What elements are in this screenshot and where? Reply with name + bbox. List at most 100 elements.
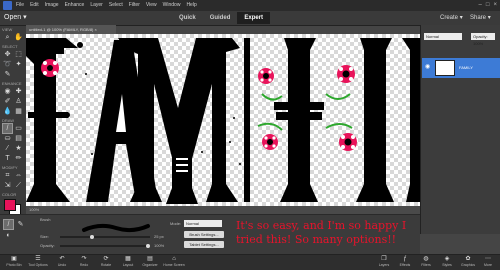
minimize-button[interactable]: – <box>479 1 482 10</box>
share-button[interactable]: Share ▾ <box>470 13 491 23</box>
close-button[interactable]: × <box>493 1 497 10</box>
color-replacement-icon[interactable]: ◐ <box>4 231 13 240</box>
straighten-icon[interactable]: ⟋ <box>14 181 23 190</box>
impressionist-brush-icon[interactable]: ✎ <box>16 220 25 229</box>
menu-filter[interactable]: Filter <box>129 0 140 11</box>
brush-label: Brush <box>40 217 51 222</box>
caption-text: It's so easy, and I'm so happy I tried t… <box>236 219 407 246</box>
lasso-icon[interactable]: ➰ <box>3 60 12 69</box>
letter-i <box>244 38 324 202</box>
layout-icon: ▦ <box>125 256 131 262</box>
brush-icon[interactable]: / <box>2 123 13 134</box>
layer-thumbnail <box>435 60 455 76</box>
foreground-color-swatch[interactable] <box>4 199 16 211</box>
size-slider-knob[interactable] <box>90 235 95 239</box>
menu-layer[interactable]: Layer <box>90 0 103 11</box>
tab-expert[interactable]: Expert <box>237 12 271 24</box>
tools-panel: VIEW ⌕ ✋ SELECT ✥ ⬚ ➰ ✦ ✎ ENHANCE ◉ ✚ ✐ … <box>0 26 27 234</box>
create-button[interactable]: Create ▾ <box>440 13 463 23</box>
menu-bar: File Edit Image Enhance Layer Select Fil… <box>0 0 500 11</box>
hand-icon[interactable]: ✋ <box>14 33 23 42</box>
brush-preview[interactable] <box>80 221 152 235</box>
tool-options-panel: / ✎ ◐ Brush Size: 25 px Opacity: 100% Mo… <box>0 214 420 255</box>
mode-select[interactable]: Normal <box>184 220 222 227</box>
menu-select[interactable]: Select <box>109 0 123 11</box>
status-bar: 100% <box>26 206 420 214</box>
pencil-icon[interactable]: ✏ <box>14 154 23 163</box>
maximize-button[interactable]: □ <box>486 1 490 10</box>
mode-label: Mode: <box>170 221 182 226</box>
photo-bin-icon: ▣ <box>11 256 17 262</box>
undo-icon: ↶ <box>59 256 65 262</box>
menu-list: File Edit Image Enhance Layer Select Fil… <box>16 0 197 11</box>
tab-quick[interactable]: Quick <box>172 12 203 24</box>
redo-button[interactable]: ↷ Redo <box>72 256 96 268</box>
photo-bin-button[interactable]: ▣ Photo Bin <box>2 256 26 268</box>
redo-icon: ↷ <box>81 256 87 262</box>
organizer-button[interactable]: ▤ Organizer <box>138 256 162 268</box>
magic-wand-icon[interactable]: ✦ <box>14 60 23 69</box>
organizer-icon: ▤ <box>147 256 153 262</box>
gradient-icon[interactable]: ▤ <box>14 134 23 143</box>
brush-tool-icon[interactable]: / <box>3 219 14 230</box>
red-eye-icon[interactable]: ◉ <box>3 87 12 96</box>
mode-bar: Open ▾ Quick Guided Expert Create ▾ Shar… <box>0 11 500 26</box>
opacity-value: 100% <box>154 243 165 248</box>
menu-help[interactable]: Help <box>186 0 196 11</box>
paint-bucket-icon[interactable]: ⛀ <box>3 134 12 143</box>
quick-selection-icon[interactable]: ✎ <box>3 70 12 79</box>
tab-guided[interactable]: Guided <box>203 12 238 24</box>
menu-window[interactable]: Window <box>163 0 181 11</box>
menu-enhance[interactable]: Enhance <box>65 0 85 11</box>
layers-panel: Normal Opacity: 100% ◉ FAMILY <box>420 25 500 234</box>
menu-view[interactable]: View <box>146 0 157 11</box>
layout-button[interactable]: ▦ Layout <box>116 256 140 268</box>
crop-icon[interactable]: ⌗ <box>3 171 12 180</box>
layer-name: FAMILY <box>459 65 473 70</box>
menu-file[interactable]: File <box>16 0 24 11</box>
type-icon[interactable]: T <box>3 154 12 163</box>
eye-icon[interactable]: ◉ <box>425 64 432 71</box>
section-color: COLOR <box>2 192 17 197</box>
recompose-icon[interactable]: ⇔ <box>14 171 23 180</box>
undo-button[interactable]: ↶ Undo <box>50 256 74 268</box>
menu-edit[interactable]: Edit <box>30 0 39 11</box>
layer-row[interactable]: ◉ FAMILY <box>422 58 500 78</box>
letter-l <box>356 38 420 202</box>
sponge-icon[interactable]: ▦ <box>14 107 23 116</box>
brush-settings-button[interactable]: Brush Settings... <box>184 231 224 238</box>
section-modify: MODIFY <box>2 165 18 170</box>
tool-options-button[interactable]: ☰ Tool Options <box>26 256 50 268</box>
eraser-icon[interactable]: ▭ <box>14 124 23 133</box>
blur-icon[interactable]: 💧 <box>3 107 12 116</box>
custom-shape-icon[interactable]: ★ <box>14 144 23 153</box>
content-aware-move-icon[interactable]: ⇲ <box>3 181 12 190</box>
family-artwork <box>26 38 420 204</box>
more-button[interactable]: ⋯ More <box>476 256 500 268</box>
close-icon[interactable]: × <box>95 27 97 32</box>
smart-brush-icon[interactable]: ✐ <box>3 97 12 106</box>
document-tab[interactable]: untitled-1 @ 100% (FAMILY, RGB/8) × <box>26 25 116 34</box>
section-view: VIEW <box>2 27 13 32</box>
window-controls: – □ × <box>479 1 497 10</box>
home-screen-button[interactable]: ⌂ Home Screen <box>162 256 186 268</box>
open-button[interactable]: Open ▾ <box>4 13 27 23</box>
color-picker-icon[interactable]: ⁄ <box>3 144 12 153</box>
size-label: Size: <box>40 234 49 239</box>
menu-image[interactable]: Image <box>45 0 59 11</box>
image-canvas[interactable] <box>26 34 420 206</box>
tablet-settings-button[interactable]: Tablet Settings... <box>184 241 224 248</box>
opacity-slider[interactable] <box>60 244 150 248</box>
section-enhance: ENHANCE <box>2 81 22 86</box>
spot-healing-icon[interactable]: ✚ <box>14 87 23 96</box>
blend-mode-select[interactable]: Normal <box>424 33 462 40</box>
move-icon[interactable]: ✥ <box>3 50 12 59</box>
size-slider[interactable] <box>60 235 150 239</box>
clone-stamp-icon[interactable]: ♙ <box>14 97 23 106</box>
marquee-icon[interactable]: ⬚ <box>14 50 23 59</box>
opacity-slider-knob[interactable] <box>146 244 150 248</box>
rotate-button[interactable]: ⟳ Rotate <box>94 256 118 268</box>
zoom-icon[interactable]: ⌕ <box>3 33 12 42</box>
layer-opacity-field[interactable]: Opacity: 100% <box>471 33 495 46</box>
chevron-down-icon: ▾ <box>23 14 27 21</box>
